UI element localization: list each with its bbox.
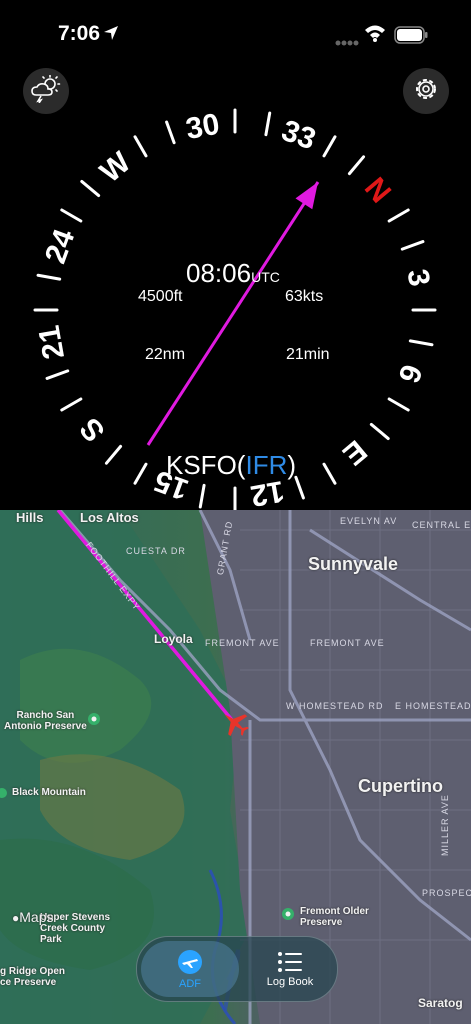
eta-readout: 21min xyxy=(286,346,330,363)
compass-tick xyxy=(80,179,101,198)
road-label-central: CENTRAL EX xyxy=(412,520,471,530)
tab-log-book[interactable]: Log Book xyxy=(247,937,333,1001)
compass-tick xyxy=(165,120,176,145)
compass-tick xyxy=(133,462,148,485)
compass-tick xyxy=(400,240,425,251)
status-bar: 7:06 xyxy=(0,0,471,60)
compass-tick xyxy=(198,483,206,509)
compass-label-3: 3 xyxy=(400,267,435,289)
map-label-ridge: g Ridge Open ce Preserve xyxy=(0,966,65,988)
road-label-e-homestead: E HOMESTEAD R xyxy=(395,701,471,711)
compass-label-24: 24 xyxy=(39,225,82,268)
compass-tick xyxy=(408,339,434,347)
compass-label-33: 33 xyxy=(277,114,320,156)
compass-tick xyxy=(322,462,337,485)
list-icon xyxy=(277,951,303,976)
compass-label-30: 30 xyxy=(183,108,222,146)
location-arrow-icon xyxy=(103,25,119,46)
status-time: 7:06 xyxy=(58,22,101,45)
compass-tick xyxy=(322,135,337,158)
road-label-homestead: W HOMESTEAD RD xyxy=(286,701,384,711)
compass-tick xyxy=(347,155,366,176)
map-label-saratoga: Saratog xyxy=(418,996,463,1010)
apple-maps-logo: ●Maps xyxy=(12,909,54,925)
speed-readout: 63kts xyxy=(285,288,324,305)
compass-label-s: S xyxy=(73,411,111,448)
compass-tick xyxy=(387,397,410,412)
airplane-circle-icon xyxy=(177,949,203,978)
compass-label-n: N xyxy=(358,172,397,210)
adf-compass: N 3 6 E 12 15 S 21 24 W 30 33 08:06UTC 4500ft 63kts… xyxy=(0,60,471,510)
road-label-cuesta: CUESTA DR xyxy=(126,546,186,556)
map-label-rancho: Rancho San Antonio Preserve xyxy=(4,710,87,732)
battery-icon xyxy=(394,26,428,49)
compass-tick xyxy=(133,135,148,158)
compass-tick xyxy=(104,444,123,465)
tab-adf[interactable]: ADF xyxy=(141,941,239,997)
map-label-black-mountain: Black Mountain xyxy=(12,787,86,798)
compass-tick xyxy=(387,208,410,223)
road-label-evelyn: EVELYN AV xyxy=(340,516,398,526)
destination-label: KSFO(IFR) xyxy=(166,450,297,480)
signal-icon xyxy=(335,33,359,51)
compass-tick xyxy=(60,397,83,412)
compass-label-6: 6 xyxy=(391,360,428,387)
map-label-cupertino: Cupertino xyxy=(358,776,443,796)
compass-tick xyxy=(45,369,70,380)
adf-needle-arrowhead xyxy=(295,182,318,210)
compass-tick xyxy=(294,475,305,500)
road-label-prospect: PROSPECT xyxy=(422,888,471,898)
compass-tick xyxy=(264,111,272,137)
compass-label-21: 21 xyxy=(33,323,71,362)
adf-needle xyxy=(146,181,320,446)
compass-label-w: W xyxy=(94,145,137,189)
map-label-sunnyvale: Sunnyvale xyxy=(308,554,399,574)
altitude-readout: 4500ft xyxy=(138,288,183,305)
wifi-icon xyxy=(364,24,386,47)
road-label-miller: MILLER AVE xyxy=(440,794,450,856)
utc-time: 08:06UTC xyxy=(186,258,280,288)
map-label-fremont-older: Fremont Older Preserve xyxy=(300,906,369,928)
compass-label-e: E xyxy=(336,433,373,471)
compass-tick xyxy=(36,273,62,281)
compass-tick xyxy=(60,208,83,223)
tab-bar: ADF Log Book xyxy=(136,936,338,1002)
compass-tick xyxy=(369,422,390,441)
road-label-fremont-2: FREMONT AVE xyxy=(310,638,385,648)
map-label-los-altos: Los Altos xyxy=(80,510,139,525)
map-label-loyola: Loyola xyxy=(154,632,193,646)
tab-log-book-label: Log Book xyxy=(266,975,314,988)
map-label-hills: Hills xyxy=(16,510,44,525)
distance-readout: 22nm xyxy=(145,346,186,363)
flight-rule: IFR xyxy=(245,450,288,480)
road-label-fremont-1: FREMONT AVE xyxy=(205,638,280,648)
tab-adf-label: ADF xyxy=(179,977,201,990)
